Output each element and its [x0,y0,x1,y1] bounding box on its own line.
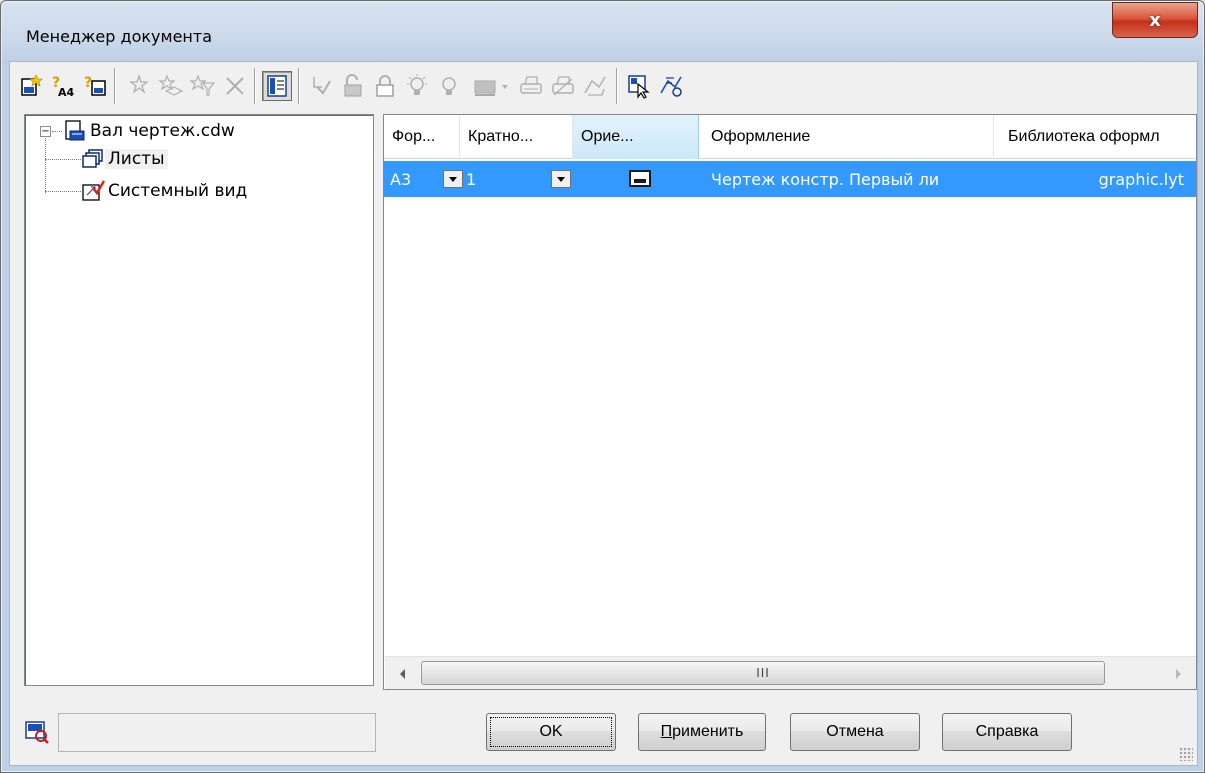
chevron-down-icon [557,176,565,182]
resize-grip-icon[interactable] [1179,747,1193,761]
check-icon[interactable] [656,71,686,101]
scroll-left-button[interactable] [385,657,419,689]
print-icon[interactable] [516,71,546,101]
tree-item-sheets[interactable]: Листы [81,146,168,172]
document-manager-dialog: Менеджер документа x ? A4 ? − Вал чертеж… [0,0,1205,773]
cell-format: A3 [390,169,412,189]
scroll-right-button[interactable] [1161,657,1195,689]
help-button[interactable]: Справка [942,713,1072,751]
select-icon[interactable] [624,71,654,101]
svg-text:A4: A4 [58,86,75,99]
collapse-expander-icon[interactable]: − [40,126,51,137]
color-icon[interactable] [470,71,514,101]
column-header-layout[interactable]: Оформление [699,115,994,159]
title-bar[interactable]: Менеджер документа x [1,1,1204,61]
arrow-right-icon [1175,668,1181,679]
horizontal-scrollbar[interactable]: III [385,656,1196,689]
toolbar-separator [254,68,256,104]
sheet-preview-icon [25,721,49,744]
sheets-grid[interactable]: Фор... Кратно... Орие... Оформление Библ… [383,114,1197,690]
apply-mnemonic: П [660,723,673,740]
column-header-format[interactable]: Фор... [384,115,460,159]
cell-multiplicity: 1 [466,169,477,189]
apply-button[interactable]: Применить [638,713,766,751]
show-panel-icon[interactable] [262,71,292,101]
close-button[interactable]: x [1112,2,1198,38]
toolbar-separator [298,68,300,104]
new-sheet-icon[interactable] [16,71,46,101]
landscape-orientation-icon[interactable] [629,170,651,187]
lock-icon[interactable] [370,71,400,101]
column-header-library[interactable]: Библиотека оформл [994,115,1196,159]
toolbar-separator [114,68,116,104]
multiplicity-dropdown[interactable] [551,170,571,188]
format-dropdown[interactable] [443,170,463,188]
cancel-button[interactable]: Отмена [790,713,920,751]
sheet-properties-icon[interactable]: ? [80,71,110,101]
svg-text:?: ? [84,75,92,91]
hide-icon[interactable] [434,71,464,101]
tree-system-view-label: Системный вид [108,181,248,201]
export-icon[interactable] [580,71,610,101]
table-row[interactable]: A3 1 Чертеж констр. Первый ли graphic.ly… [384,161,1196,197]
ok-button[interactable]: OK [486,713,616,751]
document-icon [65,120,85,141]
delete-icon[interactable] [220,71,250,101]
new-layer-icon[interactable] [156,71,186,101]
tree-sheets-label: Листы [105,149,168,169]
grid-header: Фор... Кратно... Орие... Оформление Библ… [384,115,1196,159]
window-title: Менеджер документа [26,27,212,46]
toolbar-separator [616,68,618,104]
toolbar: ? A4 ? [10,62,1197,112]
show-icon[interactable] [402,71,432,101]
layer-filter-icon[interactable] [188,71,218,101]
document-tree[interactable]: − Вал чертеж.cdw Листы Системный вид [24,114,374,686]
column-header-multiplicity[interactable]: Кратно... [460,115,573,159]
tree-root-label: Вал чертеж.cdw [90,121,235,141]
cell-layout: Чертеж констр. Первый ли [711,169,940,189]
unlock-icon[interactable] [338,71,368,101]
chevron-down-icon [449,176,457,182]
sheet-format-icon[interactable]: ? A4 [48,71,78,101]
close-icon: x [1149,9,1161,31]
sheets-icon [82,149,103,168]
new-view-icon[interactable] [124,71,154,101]
status-field [58,713,376,752]
scroll-thumb[interactable]: III [421,661,1105,685]
tree-item-system-view[interactable]: Системный вид [81,178,250,204]
print-off-icon[interactable] [548,71,578,101]
apply-label: рименить [672,723,744,740]
dialog-client-area: ? A4 ? − Вал чертеж.cdw Листы Системный … [9,61,1198,766]
tree-item-root[interactable]: Вал чертеж.cdw [63,118,238,144]
current-icon[interactable] [306,71,336,101]
cell-library: graphic.lyt [1098,169,1184,189]
arrow-left-icon [399,668,405,679]
column-header-orientation[interactable]: Орие... [573,115,699,159]
system-view-icon [82,180,105,201]
